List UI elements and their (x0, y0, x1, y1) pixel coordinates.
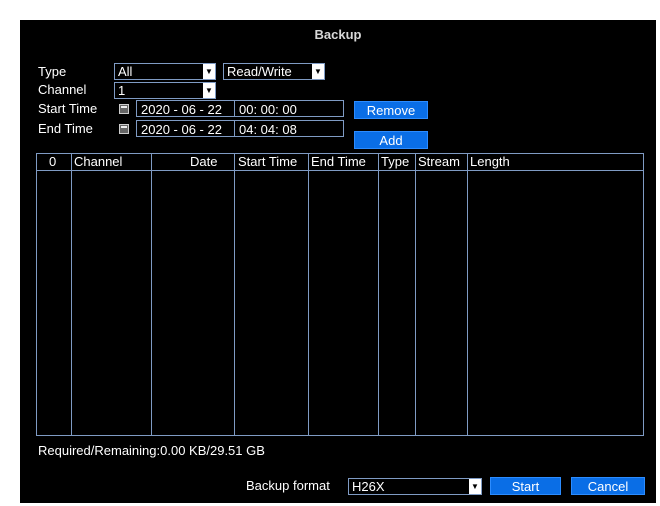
column-divider (151, 154, 152, 435)
backup-dialog: Backup Type All ▼ Read/Write ▼ Channel 1… (20, 20, 656, 503)
type-label: Type (38, 64, 67, 79)
backup-format-label: Backup format (246, 478, 330, 493)
column-header-end-time[interactable]: End Time (311, 154, 366, 170)
type-select[interactable]: All ▼ (114, 63, 216, 80)
calendar-icon[interactable] (119, 124, 129, 134)
column-header-length[interactable]: Length (470, 154, 510, 170)
column-divider (415, 154, 416, 435)
type-select-value: All (118, 64, 133, 79)
calendar-icon[interactable] (119, 104, 129, 114)
record-table[interactable]: 0 Channel Date Start Time End Time Type … (36, 153, 644, 436)
backup-format-value: H26X (352, 479, 385, 494)
column-divider (71, 154, 72, 435)
read-write-select[interactable]: Read/Write ▼ (223, 63, 325, 80)
end-time-value[interactable]: 04: 04: 08 (239, 121, 297, 138)
chevron-down-icon[interactable]: ▼ (312, 64, 324, 79)
channel-label: Channel (38, 82, 87, 97)
remove-button[interactable]: Remove (354, 101, 428, 119)
start-date-value[interactable]: 2020 - 06 - 22 (141, 101, 222, 118)
chevron-down-icon[interactable]: ▼ (203, 64, 215, 79)
start-time-field[interactable]: 2020 - 06 - 22 00: 00: 00 (136, 100, 344, 117)
column-header-channel[interactable]: Channel (74, 154, 122, 170)
column-divider (234, 154, 235, 435)
table-header: 0 Channel Date Start Time End Time Type … (37, 154, 643, 171)
column-header-start-time[interactable]: Start Time (238, 154, 297, 170)
start-button[interactable]: Start (490, 477, 561, 495)
end-time-label: End Time (38, 121, 93, 136)
column-header-index[interactable]: 0 (49, 154, 56, 170)
dialog-title: Backup (314, 27, 362, 42)
chevron-down-icon[interactable]: ▼ (203, 83, 215, 98)
start-time-label: Start Time (38, 101, 98, 116)
add-button[interactable]: Add (354, 131, 428, 149)
column-header-date[interactable]: Date (190, 154, 217, 170)
required-remaining-text: Required/Remaining:0.00 KB/29.51 GB (38, 443, 265, 458)
chevron-down-icon[interactable]: ▼ (469, 479, 481, 494)
channel-select-value: 1 (118, 83, 126, 98)
end-date-value[interactable]: 2020 - 06 - 22 (141, 121, 222, 138)
column-divider (378, 154, 379, 435)
column-divider (467, 154, 468, 435)
read-write-select-value: Read/Write (227, 64, 292, 79)
field-divider (234, 101, 235, 116)
end-time-field[interactable]: 2020 - 06 - 22 04: 04: 08 (136, 120, 344, 137)
channel-select[interactable]: 1 ▼ (114, 82, 216, 99)
cancel-button[interactable]: Cancel (571, 477, 645, 495)
column-header-type[interactable]: Type (381, 154, 409, 170)
column-header-stream[interactable]: Stream (418, 154, 460, 170)
start-time-value[interactable]: 00: 00: 00 (239, 101, 297, 118)
field-divider (234, 121, 235, 136)
backup-format-select[interactable]: H26X ▼ (348, 478, 482, 495)
column-divider (308, 154, 309, 435)
